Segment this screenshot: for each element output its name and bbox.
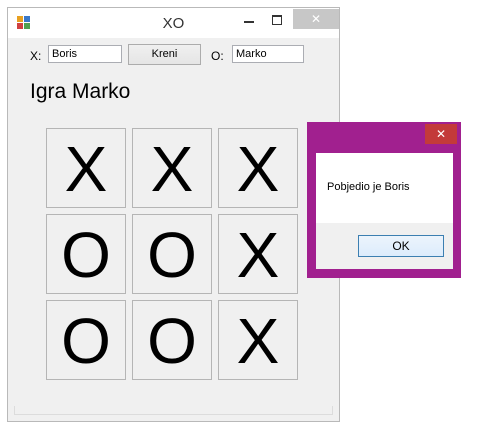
o-player-label: O: [211, 49, 224, 63]
board-cell[interactable]: X [132, 128, 212, 208]
game-board: X X X O O X O O X [46, 128, 298, 380]
ok-button[interactable]: OK [358, 235, 444, 257]
board-cell[interactable]: O [132, 214, 212, 294]
board-cell[interactable]: X [218, 300, 298, 380]
close-icon: ✕ [435, 127, 447, 141]
minimize-icon[interactable] [236, 10, 262, 30]
board-cell[interactable]: X [218, 214, 298, 294]
o-player-input[interactable] [232, 45, 304, 63]
x-player-input[interactable] [48, 45, 122, 63]
maximize-icon[interactable] [264, 10, 290, 30]
dialog-message: Pobjedio je Boris [327, 181, 410, 193]
board-cell[interactable]: X [46, 128, 126, 208]
game-status: Igra Marko [30, 80, 131, 103]
message-dialog: ✕ Pobjedio je Boris OK [307, 122, 461, 278]
dialog-close-button[interactable]: ✕ [425, 124, 457, 144]
start-button[interactable]: Kreni [128, 44, 201, 65]
bottom-panel [14, 406, 333, 415]
close-button[interactable]: ✕ [293, 9, 339, 29]
main-window: XO ✕ X: Kreni O: Igra Marko X X X O O X … [7, 7, 340, 422]
board-cell[interactable]: O [46, 300, 126, 380]
board-cell[interactable]: X [218, 128, 298, 208]
board-cell[interactable]: O [132, 300, 212, 380]
board-cell[interactable]: O [46, 214, 126, 294]
dialog-footer: OK [316, 223, 453, 269]
close-icon: ✕ [310, 12, 322, 26]
title-bar[interactable]: XO ✕ [8, 8, 339, 38]
dialog-body: Pobjedio je Boris [316, 153, 453, 223]
x-player-label: X: [30, 49, 42, 63]
